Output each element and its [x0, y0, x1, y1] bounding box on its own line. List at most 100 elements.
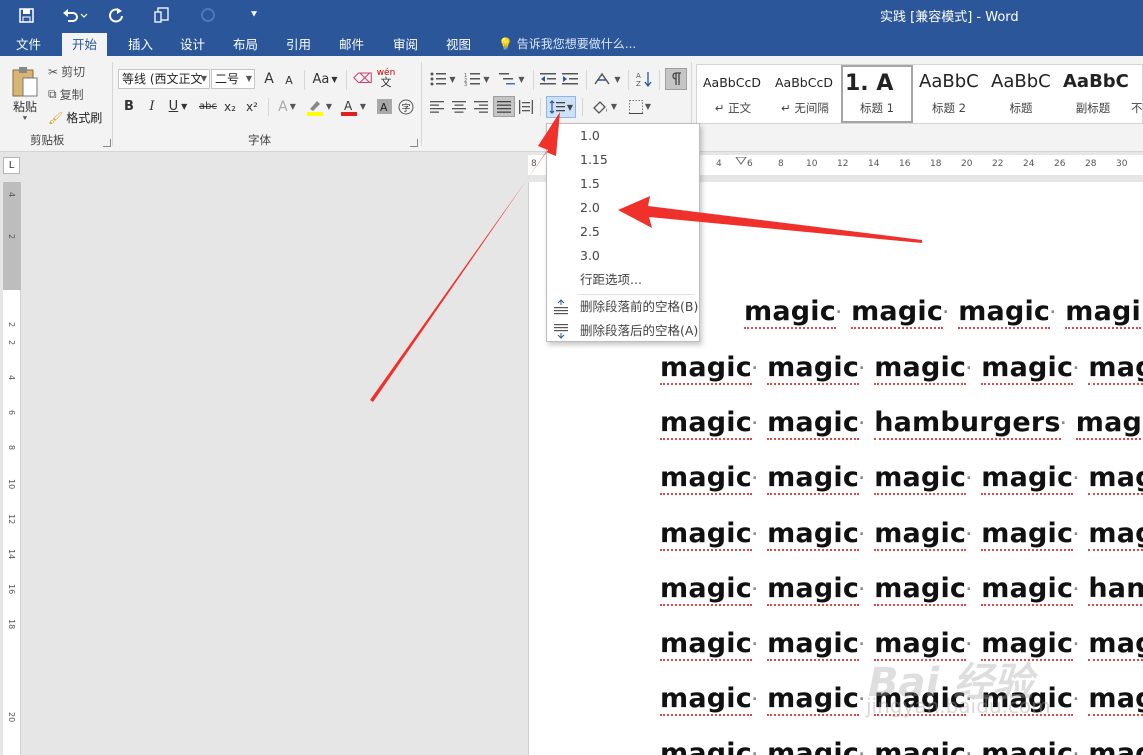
cut-button[interactable]: ✂ 剪切 — [48, 63, 85, 80]
remove-space-after[interactable]: 删除段落后的空格(A) — [547, 319, 699, 343]
vertical-ruler[interactable]: 4 2 2 2 4 6 8 10 12 14 16 18 20 — [3, 182, 21, 755]
style-heading-1[interactable]: 1. A 标题 1 — [841, 65, 913, 123]
tab-mailings[interactable]: 邮件 — [329, 33, 374, 56]
style-heading-2[interactable]: AaBbC 标题 2 — [913, 65, 985, 123]
space-mark-icon: · — [966, 470, 972, 487]
align-right-icon[interactable] — [471, 96, 491, 117]
tab-file[interactable]: 文件 — [6, 33, 51, 56]
underline-button[interactable]: U ▼ — [164, 96, 192, 117]
ruler-tick: 16 — [7, 584, 16, 595]
copy-button[interactable]: ⧉ 复制 — [48, 86, 84, 103]
bullets-icon[interactable]: ▼ — [427, 68, 459, 90]
customize-icon[interactable]: ⯆ — [244, 4, 264, 26]
style-title[interactable]: AaBbC 标题 — [985, 65, 1057, 123]
italic-button[interactable]: I — [142, 96, 162, 117]
space-mark-icon: · — [1073, 526, 1079, 543]
document-word: hamburgers — [874, 407, 1061, 440]
line-spacing-icon — [549, 100, 565, 114]
enclose-characters-icon[interactable]: 字 — [396, 96, 416, 117]
style-more[interactable]: 不 — [1129, 65, 1143, 123]
touch-mode-icon[interactable] — [150, 4, 174, 26]
space-mark-icon: · — [966, 526, 972, 543]
justify-icon[interactable] — [493, 96, 515, 117]
format-painter-button[interactable]: 🖌 格式刷 — [48, 109, 102, 126]
style-normal[interactable]: AaBbCcD ↵ 正文 — [697, 65, 769, 123]
show-formatting-icon[interactable] — [665, 68, 687, 90]
ruler-tick: 20 — [961, 159, 973, 169]
line-spacing-menu: 1.0 1.15 1.5 2.0 2.5 3.0 行距选项... 删除段落前的空… — [546, 123, 700, 342]
save-icon[interactable] — [14, 4, 38, 26]
svg-text:字: 字 — [402, 102, 411, 114]
document-word: mag — [1088, 738, 1143, 755]
document-word: magic — [874, 352, 967, 385]
font-launcher-icon[interactable] — [410, 139, 418, 147]
tab-references[interactable]: 引用 — [276, 33, 321, 56]
line-spacing-option-1-5[interactable]: 1.5 — [547, 172, 699, 196]
phonetic-guide-button[interactable]: wén 文 — [376, 66, 396, 90]
character-shading-icon[interactable]: A — [374, 96, 394, 117]
line-spacing-option-2-0[interactable]: 2.0 — [547, 196, 699, 220]
style-no-spacing[interactable]: AaBbCcD ↵ 无间隔 — [769, 65, 841, 123]
strikethrough-button[interactable]: abc — [196, 96, 220, 117]
text-effects-icon[interactable]: A ▼ — [274, 96, 300, 117]
tab-insert[interactable]: 插入 — [118, 33, 163, 56]
space-mark-icon: · — [751, 746, 758, 755]
distributed-icon[interactable] — [516, 96, 536, 117]
indent-marker-icon[interactable] — [735, 154, 747, 165]
remove-space-before[interactable]: 删除段落前的空格(B) — [547, 295, 699, 319]
divider — [628, 70, 629, 90]
scissors-icon: ✂ — [48, 64, 59, 79]
line-spacing-option-1-0[interactable]: 1.0 — [547, 124, 699, 148]
sort-icon[interactable]: AZ — [633, 68, 655, 90]
shading-icon[interactable]: ▼ — [588, 96, 620, 117]
font-size-combo[interactable]: 二号 ▼ — [211, 69, 255, 89]
clipboard-launcher-icon[interactable] — [103, 139, 111, 147]
numbering-icon[interactable]: 1 2 3 ▼ — [461, 68, 493, 90]
subscript-button[interactable]: x₂ — [220, 96, 240, 117]
align-left-icon[interactable] — [427, 96, 447, 117]
chinese-layout-icon[interactable]: ▼ — [591, 68, 623, 90]
clear-formatting-icon[interactable]: ⌫ — [353, 69, 373, 89]
document-word: mag — [1088, 683, 1143, 716]
ruler-tick: 14 — [868, 159, 880, 169]
multilevel-list-icon[interactable]: ▼ — [496, 68, 528, 90]
line-spacing-button[interactable]: ▼ — [546, 96, 576, 118]
redo-icon[interactable] — [104, 4, 128, 26]
document-word: magic — [660, 683, 752, 716]
undo-icon[interactable] — [58, 4, 92, 26]
shrink-font-button[interactable]: A — [282, 71, 296, 89]
line-spacing-options[interactable]: 行距选项... — [547, 268, 699, 292]
grow-font-button[interactable]: A — [261, 69, 277, 89]
tell-me-box[interactable]: 💡 告诉我您想要做什么... — [498, 33, 636, 56]
bold-button[interactable]: B — [118, 96, 140, 117]
line-spacing-option-2-5[interactable]: 2.5 — [547, 220, 699, 244]
tab-design[interactable]: 设计 — [170, 33, 215, 56]
increase-indent-icon[interactable] — [560, 68, 580, 90]
divider — [304, 70, 305, 90]
tab-layout[interactable]: 布局 — [223, 33, 268, 56]
document-word: magic — [660, 352, 752, 385]
circle-icon[interactable] — [196, 4, 220, 26]
line-spacing-option-3-0[interactable]: 3.0 — [547, 244, 699, 268]
space-mark-icon: · — [1073, 636, 1079, 653]
change-case-button[interactable]: Aa ▼ — [310, 69, 340, 89]
paste-options-icon[interactable]: ⯆ — [18, 114, 32, 124]
style-subtitle[interactable]: AaBbC 副标题 — [1057, 65, 1129, 123]
font-color-button[interactable]: A ▼ — [338, 96, 368, 117]
decrease-indent-icon[interactable] — [538, 68, 558, 90]
tab-home[interactable]: 开始 — [62, 33, 108, 56]
superscript-button[interactable]: x² — [242, 96, 262, 117]
borders-icon[interactable]: ▼ — [624, 96, 656, 117]
space-before-icon — [554, 299, 568, 315]
tab-view[interactable]: 视图 — [436, 33, 481, 56]
align-center-icon[interactable] — [449, 96, 469, 117]
document-word: magic — [874, 573, 967, 606]
font-name-combo[interactable]: 等线 (西文正文 ▼ — [118, 69, 210, 89]
tab-selector[interactable]: L — [3, 157, 20, 174]
paste-button[interactable]: 粘贴 — [6, 98, 44, 114]
line-spacing-option-1-15[interactable]: 1.15 — [547, 148, 699, 172]
tab-review[interactable]: 审阅 — [383, 33, 428, 56]
highlight-color-button[interactable]: ▼ — [304, 96, 334, 117]
chevron-down-icon: ▼ — [245, 74, 252, 83]
paste-icon[interactable] — [8, 62, 42, 102]
